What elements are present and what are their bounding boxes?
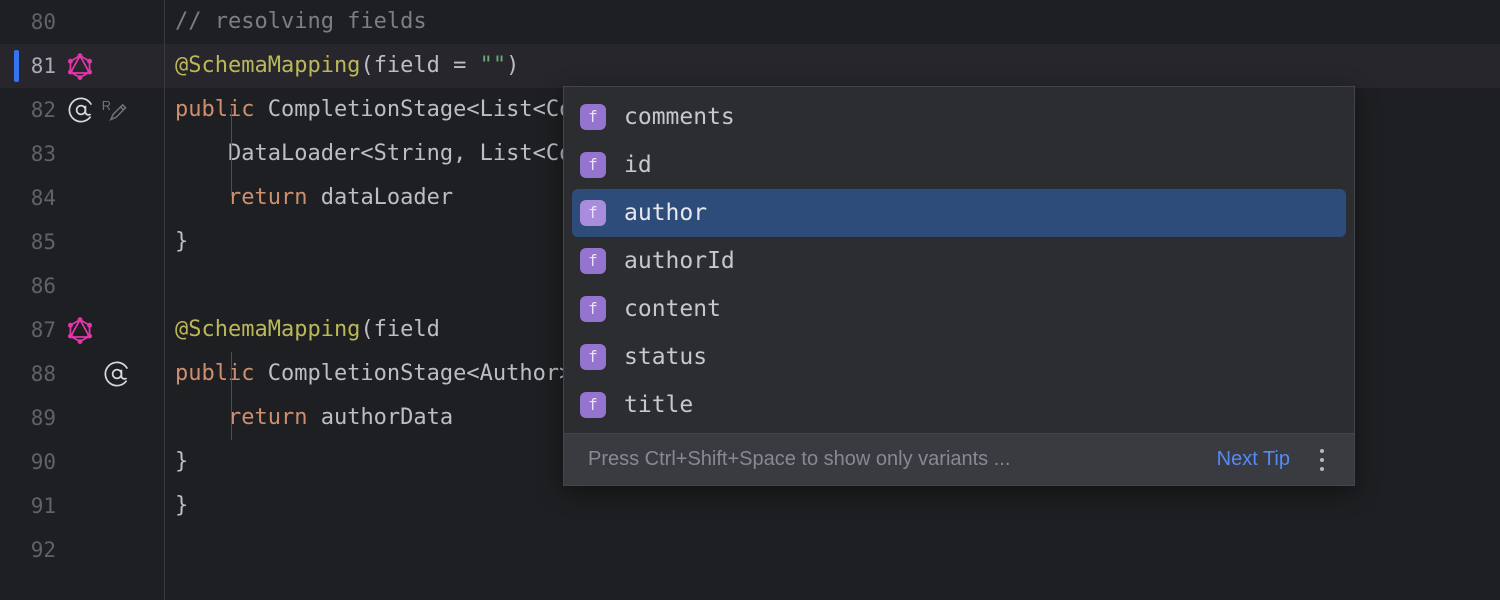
completion-item[interactable]: f content [572,285,1346,333]
completion-item-label: status [624,344,708,370]
completion-item[interactable]: f authorId [572,237,1346,285]
line-number: 80 [30,10,56,34]
caret-indicator [14,50,19,82]
code-line[interactable] [165,528,1500,572]
code-line-text: return authorData [227,405,454,430]
annotation-at-icon[interactable] [102,359,132,389]
field-icon: f [580,200,606,226]
gutter-row[interactable]: 81 [0,44,164,88]
completion-item[interactable]: f id [572,141,1346,189]
code-line[interactable]: @SchemaMapping(field = "") [165,44,1500,88]
indent-guide [231,352,232,396]
line-number: 89 [30,406,56,430]
gutter-row[interactable]: 90 [0,440,164,484]
gutter-row[interactable]: 82 R [0,88,164,132]
completion-item[interactable]: f title [572,381,1346,429]
gutter-row[interactable]: 84 [0,176,164,220]
code-line-text: } [175,493,189,518]
gutter-row[interactable]: 80 [0,0,164,44]
completion-item[interactable]: f author [572,189,1346,237]
code-line-text: } [175,229,189,254]
completion-item-label: content [624,296,721,322]
gutter-icon-group[interactable] [66,308,94,352]
line-number: 87 [30,318,56,342]
gutter-row[interactable]: 88 [0,352,164,396]
gutter-row[interactable]: 87 [0,308,164,352]
editor-gutter[interactable]: 80 81 82 R 83 84 85 86 87 88 89 90 91 92 [0,0,165,600]
gutter-icon-group[interactable] [102,352,132,396]
gutter-row[interactable]: 91 [0,484,164,528]
completion-tip-bar[interactable]: Press Ctrl+Shift+Space to show only vari… [564,433,1354,485]
field-icon: f [580,104,606,130]
line-number: 82 [30,98,56,122]
code-line[interactable]: // resolving fields [165,0,1500,44]
gutter-row[interactable]: 86 [0,264,164,308]
completion-item-list[interactable]: f comments f id f author f authorId f content f sta… [564,87,1354,433]
field-icon: f [580,248,606,274]
code-completion-popup[interactable]: f comments f id f author f authorId f content f sta… [563,86,1355,486]
completion-item-label: authorId [624,248,735,274]
gutter-row[interactable]: 85 [0,220,164,264]
gutter-row[interactable]: 92 [0,528,164,572]
line-number: 83 [30,142,56,166]
tip-text: Press Ctrl+Shift+Space to show only vari… [588,448,1011,470]
gutter-icon-group[interactable] [66,44,94,88]
completion-item-label: comments [624,104,735,130]
line-number: 85 [30,230,56,254]
line-number: 84 [30,186,56,210]
completion-item-label: author [624,200,708,226]
completion-item[interactable]: f comments [572,93,1346,141]
line-number: 90 [30,450,56,474]
code-line-text: return dataLoader [227,185,454,210]
line-number: 86 [30,274,56,298]
field-icon: f [580,296,606,322]
line-number: 92 [30,538,56,562]
code-editor[interactable]: 80 81 82 R 83 84 85 86 87 88 89 90 91 92 // resolving… [0,0,1500,600]
gutter-icon-group[interactable]: R [66,88,128,132]
code-line[interactable]: } [165,484,1500,528]
graphql-icon[interactable] [66,52,94,80]
line-number: 91 [30,494,56,518]
line-number: 81 [30,54,56,78]
graphql-icon[interactable] [66,316,94,344]
code-line-text: @SchemaMapping(field [175,317,440,342]
recompile-pencil-icon[interactable]: R [100,96,128,124]
code-line-text: } [175,449,189,474]
svg-text:R: R [102,98,111,113]
next-tip-link[interactable]: Next Tip [1217,448,1290,471]
field-icon: f [580,344,606,370]
completion-item-label: id [624,152,652,178]
code-line-text: @SchemaMapping(field = "") [175,53,520,78]
indent-guide [231,108,232,196]
more-vertical-icon[interactable] [1312,443,1332,477]
field-icon: f [580,392,606,418]
completion-item-label: title [624,392,694,418]
line-number: 88 [30,362,56,386]
gutter-row[interactable]: 83 [0,132,164,176]
gutter-row[interactable]: 89 [0,396,164,440]
indent-guide [231,396,232,440]
code-line-text: // resolving fields [175,9,427,34]
field-icon: f [580,152,606,178]
annotation-at-icon[interactable] [66,95,96,125]
completion-item[interactable]: f status [572,333,1346,381]
